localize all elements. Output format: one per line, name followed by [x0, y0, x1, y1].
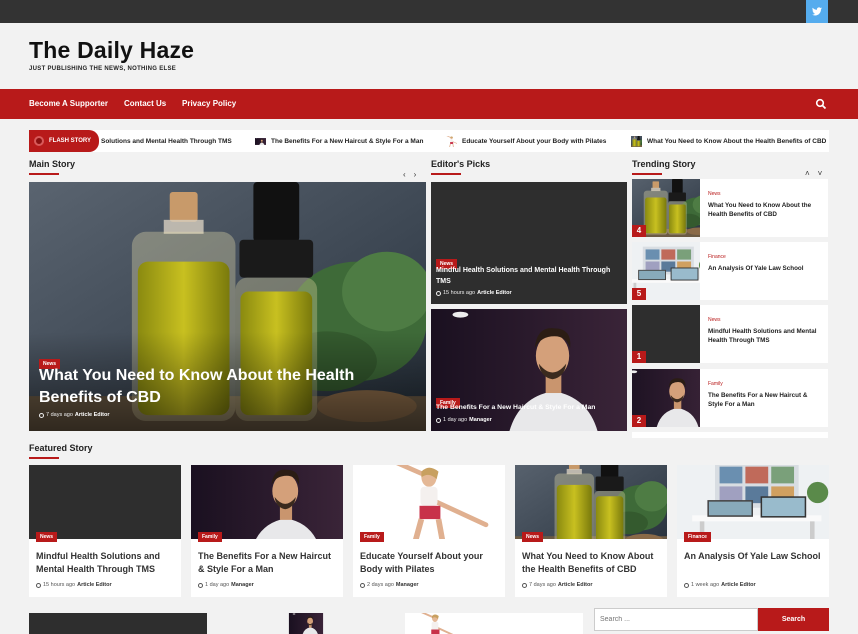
main-navigation: Become A Supporter Contact Us Privacy Po… — [0, 89, 858, 119]
nav-item-become-a-supporter[interactable]: Become A Supporter — [29, 89, 108, 119]
flash-story-ticker: FLASH STORY Solutions and Mental Health … — [29, 130, 829, 152]
main-story-meta: 7 days ago Article Editor — [39, 412, 109, 418]
category-badge[interactable]: News — [522, 532, 544, 542]
post-card-partial[interactable] — [405, 613, 583, 634]
chevron-right-icon[interactable]: › — [414, 170, 417, 179]
trending-story-heading: Trending Story — [632, 159, 696, 175]
trending-category[interactable]: Finance — [708, 254, 726, 260]
featured-card[interactable]: Family Educate Yourself About your Body … — [353, 465, 505, 597]
editors-pick-meta: 1 day ago Manager — [436, 417, 492, 423]
post-card-partial[interactable] — [29, 613, 207, 634]
trending-title[interactable]: What You Need to Know About the Health B… — [708, 202, 822, 219]
clock-icon — [39, 412, 44, 418]
ticker-item[interactable]: What You Need to Know About the Health B… — [631, 130, 826, 152]
category-badge[interactable]: News — [36, 532, 58, 542]
featured-meta: 1 week ago Article Editor — [684, 582, 756, 588]
featured-card[interactable]: News Mindful Health Solutions and Mental… — [29, 465, 181, 597]
trending-item-partial — [632, 432, 828, 438]
clock-icon — [360, 582, 365, 588]
clock-icon — [684, 582, 689, 588]
twitter-icon[interactable] — [806, 0, 828, 23]
category-badge[interactable]: Family — [198, 532, 222, 542]
clock-icon — [36, 582, 41, 588]
featured-card[interactable]: Finance An Analysis Of Yale Law School 1… — [677, 465, 829, 597]
flash-dot-icon — [34, 136, 44, 146]
featured-meta: 15 hours ago Article Editor — [36, 582, 112, 588]
ticker-thumbnail — [446, 136, 457, 147]
search-input[interactable] — [594, 608, 758, 631]
ticker-item[interactable]: The Benefits For a New Haircut & Style F… — [255, 130, 423, 152]
trending-rank: 4 — [632, 225, 646, 237]
editors-pick-card[interactable]: News Mindful Health Solutions and Mental… — [431, 182, 627, 304]
trending-rank: 5 — [632, 288, 646, 300]
featured-story-heading: Featured Story — [29, 443, 93, 459]
nav-item-contact-us[interactable]: Contact Us — [124, 89, 166, 119]
trending-rank: 1 — [632, 351, 646, 363]
trending-item[interactable]: 5 Finance An Analysis Of Yale Law School — [632, 242, 828, 300]
category-badge[interactable]: Family — [360, 532, 384, 542]
featured-meta: 7 days ago Article Editor — [522, 582, 592, 588]
featured-card[interactable]: News What You Need to Know About the Hea… — [515, 465, 667, 597]
nav-item-privacy-policy[interactable]: Privacy Policy — [182, 89, 236, 119]
chevron-down-icon[interactable]: ˅ — [818, 169, 823, 178]
site-branding: The Daily Haze JUST PUBLISHING THE NEWS,… — [29, 38, 194, 72]
featured-title[interactable]: An Analysis Of Yale Law School — [684, 550, 824, 563]
trending-category[interactable]: News — [708, 191, 721, 197]
main-story-title[interactable]: What You Need to Know About the Health B… — [39, 365, 379, 409]
site-tagline: JUST PUBLISHING THE NEWS, NOTHING ELSE — [29, 66, 177, 72]
trending-category[interactable]: News — [708, 317, 721, 323]
top-bar — [0, 0, 858, 23]
ticker-thumbnail — [255, 136, 266, 147]
ticker-item[interactable]: Solutions and Mental Health Through TMS — [101, 130, 232, 152]
trending-category[interactable]: Family — [708, 381, 723, 387]
main-story-slider-controls: ‹ › — [403, 170, 416, 179]
clock-icon — [522, 582, 527, 588]
featured-title[interactable]: What You Need to Know About the Health B… — [522, 550, 662, 576]
main-story-heading: Main Story — [29, 159, 76, 175]
featured-title[interactable]: The Benefits For a New Haircut & Style F… — [198, 550, 338, 576]
editors-pick-card[interactable]: Family The Benefits For a New Haircut & … — [431, 309, 627, 431]
featured-meta: 2 days ago Manager — [360, 582, 419, 588]
ticker-thumbnail — [631, 136, 642, 147]
clock-icon — [436, 417, 441, 423]
search-icon[interactable] — [815, 98, 827, 110]
ticker-item[interactable]: Educate Yourself About your Body with Pi… — [446, 130, 606, 152]
trending-item[interactable]: 1 News Mindful Health Solutions and Ment… — [632, 305, 828, 363]
main-story-card[interactable]: News What You Need to Know About the Hea… — [29, 182, 426, 431]
featured-title[interactable]: Educate Yourself About your Body with Pi… — [360, 550, 500, 576]
trending-item[interactable]: 4 News What You Need to Know About the H… — [632, 179, 828, 237]
trending-title[interactable]: An Analysis Of Yale Law School — [708, 265, 822, 274]
editors-pick-meta: 15 hours ago Article Editor — [436, 290, 512, 296]
chevron-up-icon[interactable]: ˄ — [805, 169, 810, 178]
clock-icon — [198, 582, 203, 588]
featured-card[interactable]: Family The Benefits For a New Haircut & … — [191, 465, 343, 597]
trending-title[interactable]: The Benefits For a New Haircut & Style F… — [708, 392, 822, 409]
site-title[interactable]: The Daily Haze — [29, 38, 194, 62]
editors-pick-title[interactable]: Mindful Health Solutions and Mental Heal… — [436, 265, 624, 287]
trending-title[interactable]: Mindful Health Solutions and Mental Heal… — [708, 328, 822, 345]
trending-item[interactable]: 2 Family The Benefits For a New Haircut … — [632, 369, 828, 427]
editors-pick-title[interactable]: The Benefits For a New Haircut & Style F… — [436, 403, 624, 413]
category-badge[interactable]: Finance — [684, 532, 711, 542]
trending-rank: 2 — [632, 415, 646, 427]
search-button[interactable]: Search — [758, 608, 829, 631]
flash-story-label: FLASH STORY — [29, 130, 99, 152]
featured-title[interactable]: Mindful Health Solutions and Mental Heal… — [36, 550, 176, 576]
chevron-left-icon[interactable]: ‹ — [403, 170, 406, 179]
featured-meta: 1 day ago Manager — [198, 582, 254, 588]
trending-slider-controls: ˄ ˅ — [805, 169, 822, 178]
search-widget: Search — [594, 608, 829, 631]
editors-picks-heading: Editor's Picks — [431, 159, 491, 175]
clock-icon — [436, 290, 441, 296]
post-card-partial[interactable] — [217, 613, 395, 634]
